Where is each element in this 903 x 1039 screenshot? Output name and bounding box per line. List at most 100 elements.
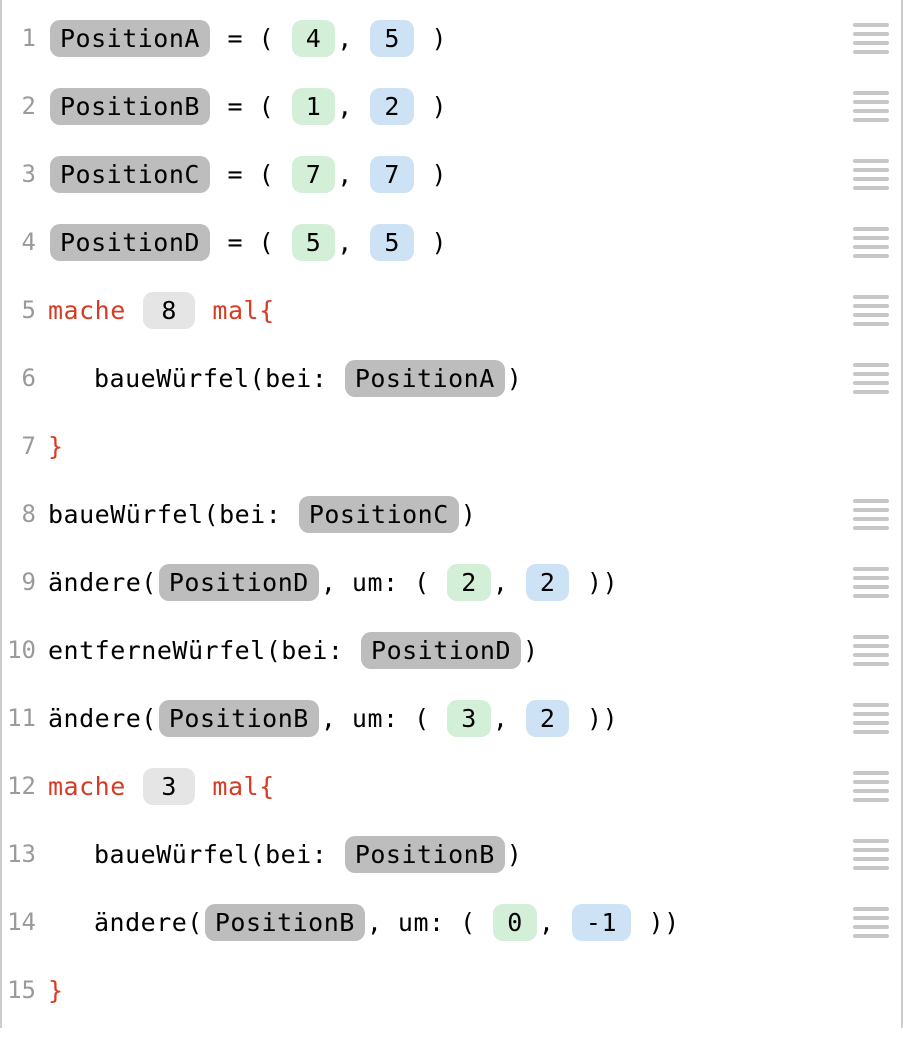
- text-token: , um: (: [321, 568, 445, 597]
- text-token: ,: [493, 704, 524, 733]
- drag-handle-icon[interactable]: [851, 23, 891, 54]
- text-token: ): [416, 228, 447, 257]
- number-pill[interactable]: 5: [370, 224, 414, 261]
- line-content[interactable]: ändere(PositionD, um: ( 2, 2 )): [48, 564, 851, 601]
- line-number: 9: [2, 568, 48, 596]
- variable-token[interactable]: PositionC: [299, 496, 459, 533]
- drag-handle-icon[interactable]: [851, 295, 891, 326]
- line-content[interactable]: mache 8 mal{: [48, 292, 851, 329]
- number-pill[interactable]: -1: [572, 904, 631, 941]
- code-line[interactable]: 6baueWürfel(bei: PositionA): [2, 344, 901, 412]
- keyword-token: mache: [48, 772, 141, 801]
- text-token: entferneWürfel(bei:: [48, 636, 359, 665]
- number-pill[interactable]: 3: [447, 700, 491, 737]
- line-number: 7: [2, 432, 48, 460]
- code-line[interactable]: 8baueWürfel(bei: PositionC): [2, 480, 901, 548]
- line-content[interactable]: baueWürfel(bei: PositionB): [48, 836, 851, 873]
- variable-token[interactable]: PositionD: [361, 632, 521, 669]
- drag-handle-icon[interactable]: [851, 907, 891, 938]
- line-content[interactable]: mache 3 mal{: [48, 768, 851, 805]
- number-pill[interactable]: 8: [143, 292, 195, 329]
- drag-handle-icon[interactable]: [851, 363, 891, 394]
- number-pill[interactable]: 2: [526, 564, 570, 601]
- code-line[interactable]: 15}: [2, 956, 901, 1024]
- code-line[interactable]: 11ändere(PositionB, um: ( 3, 2 )): [2, 684, 901, 752]
- keyword-token: }: [48, 976, 64, 1005]
- line-content[interactable]: entferneWürfel(bei: PositionD): [48, 632, 851, 669]
- line-number: 8: [2, 500, 48, 528]
- code-editor[interactable]: 1PositionA = ( 4, 5 )2PositionB = ( 1, 2…: [0, 0, 903, 1028]
- code-line[interactable]: 12mache 3 mal{: [2, 752, 901, 820]
- line-content[interactable]: }: [48, 432, 851, 461]
- drag-handle-icon[interactable]: [851, 839, 891, 870]
- variable-token[interactable]: PositionA: [50, 20, 210, 57]
- line-content[interactable]: baueWürfel(bei: PositionC): [48, 496, 851, 533]
- code-line[interactable]: 13baueWürfel(bei: PositionB): [2, 820, 901, 888]
- line-content[interactable]: ändere(PositionB, um: ( 0, -1 )): [48, 904, 851, 941]
- code-line[interactable]: 10entferneWürfel(bei: PositionD): [2, 616, 901, 684]
- drag-handle-icon[interactable]: [851, 159, 891, 190]
- line-content[interactable]: ändere(PositionB, um: ( 3, 2 )): [48, 700, 851, 737]
- line-number: 13: [2, 840, 48, 868]
- line-content[interactable]: baueWürfel(bei: PositionA): [48, 360, 851, 397]
- text-token: ): [416, 24, 447, 53]
- variable-token[interactable]: PositionB: [205, 904, 365, 941]
- code-line[interactable]: 14ändere(PositionB, um: ( 0, -1 )): [2, 888, 901, 956]
- drag-handle-icon[interactable]: [851, 771, 891, 802]
- code-line[interactable]: 9ändere(PositionD, um: ( 2, 2 )): [2, 548, 901, 616]
- line-content[interactable]: PositionC = ( 7, 7 ): [48, 156, 851, 193]
- line-content[interactable]: }: [48, 976, 851, 1005]
- line-content[interactable]: PositionA = ( 4, 5 ): [48, 20, 851, 57]
- number-pill[interactable]: 3: [143, 768, 195, 805]
- number-pill[interactable]: 2: [447, 564, 491, 601]
- text-token: ): [523, 636, 539, 665]
- text-token: )): [571, 568, 618, 597]
- number-pill[interactable]: 5: [292, 224, 336, 261]
- number-pill[interactable]: 2: [526, 700, 570, 737]
- variable-token[interactable]: PositionD: [159, 564, 319, 601]
- text-token: ,: [337, 160, 368, 189]
- drag-handle-icon[interactable]: [851, 703, 891, 734]
- drag-handle-icon[interactable]: [851, 91, 891, 122]
- code-line[interactable]: 4PositionD = ( 5, 5 ): [2, 208, 901, 276]
- text-token: = (: [212, 92, 290, 121]
- text-token: ändere(: [48, 704, 157, 733]
- variable-token[interactable]: PositionB: [50, 88, 210, 125]
- text-token: , um: (: [321, 704, 445, 733]
- keyword-token: mal{: [197, 296, 275, 325]
- number-pill[interactable]: 5: [370, 20, 414, 57]
- number-pill[interactable]: 7: [292, 156, 336, 193]
- code-line[interactable]: 1PositionA = ( 4, 5 ): [2, 4, 901, 72]
- variable-token[interactable]: PositionC: [50, 156, 210, 193]
- number-pill[interactable]: 0: [493, 904, 537, 941]
- line-number: 11: [2, 704, 48, 732]
- number-pill[interactable]: 4: [292, 20, 336, 57]
- code-line[interactable]: 5mache 8 mal{: [2, 276, 901, 344]
- line-number: 1: [2, 24, 48, 52]
- text-token: )): [633, 908, 680, 937]
- text-token: ): [507, 364, 523, 393]
- drag-handle-icon[interactable]: [851, 227, 891, 258]
- variable-token[interactable]: PositionB: [159, 700, 319, 737]
- variable-token[interactable]: PositionB: [345, 836, 505, 873]
- text-token: = (: [212, 24, 290, 53]
- text-token: ,: [337, 92, 368, 121]
- number-pill[interactable]: 7: [370, 156, 414, 193]
- drag-handle-icon[interactable]: [851, 499, 891, 530]
- text-token: ,: [337, 24, 368, 53]
- number-pill[interactable]: 2: [370, 88, 414, 125]
- text-token: baueWürfel(bei:: [48, 500, 297, 529]
- drag-handle-icon[interactable]: [851, 635, 891, 666]
- variable-token[interactable]: PositionD: [50, 224, 210, 261]
- text-token: baueWürfel(bei:: [94, 840, 343, 869]
- text-token: , um: (: [367, 908, 491, 937]
- line-content[interactable]: PositionB = ( 1, 2 ): [48, 88, 851, 125]
- variable-token[interactable]: PositionA: [345, 360, 505, 397]
- number-pill[interactable]: 1: [292, 88, 336, 125]
- code-line[interactable]: 3PositionC = ( 7, 7 ): [2, 140, 901, 208]
- code-line[interactable]: 2PositionB = ( 1, 2 ): [2, 72, 901, 140]
- code-line[interactable]: 7}: [2, 412, 901, 480]
- drag-handle-icon[interactable]: [851, 567, 891, 598]
- line-content[interactable]: PositionD = ( 5, 5 ): [48, 224, 851, 261]
- text-token: ,: [493, 568, 524, 597]
